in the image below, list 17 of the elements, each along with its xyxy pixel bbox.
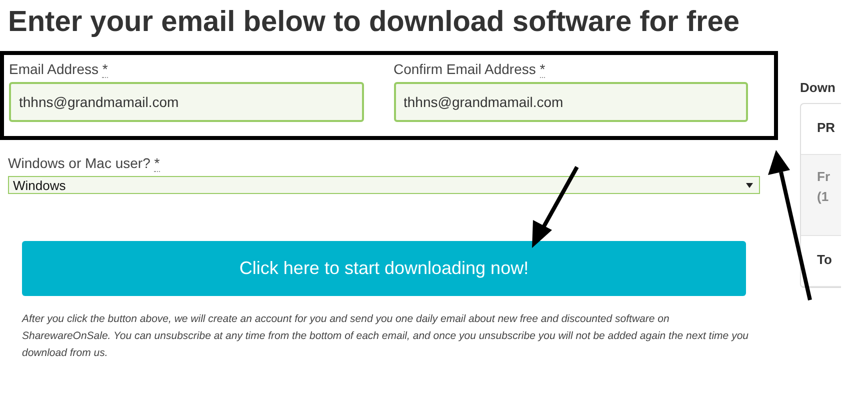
panel-title: Down [800,80,836,95]
panel-row-text: PR [817,119,836,137]
panel-row-text: To [817,251,833,269]
required-mark: * [154,155,160,172]
field-label: Confirm Email Address [394,61,536,77]
field-label: Email Address [9,61,98,77]
platform-select[interactable]: Windows [8,176,760,194]
required-mark: * [102,61,108,78]
email-field[interactable]: thhns@grandmamail.com [9,82,364,122]
disclaimer-text: After you click the button above, we will create an account for you and send you one daily email about new free and discounted software on SharewareOnSale. You can unsubscribe at any time from the bottom of each email, and once you unsubscribe you will not be added again the next time you download from us. [22,312,750,361]
field-label: Windows or Mac user? [8,155,150,171]
dropdown-caret-icon [746,182,753,188]
panel-row-text: Fr [817,168,831,186]
required-mark: * [540,61,546,78]
email-field[interactable]: thhns@grandmamail.com [394,82,748,122]
page-heading: Enter your email below to download software for free [8,6,741,39]
panel-row-text: (1 [817,188,830,206]
